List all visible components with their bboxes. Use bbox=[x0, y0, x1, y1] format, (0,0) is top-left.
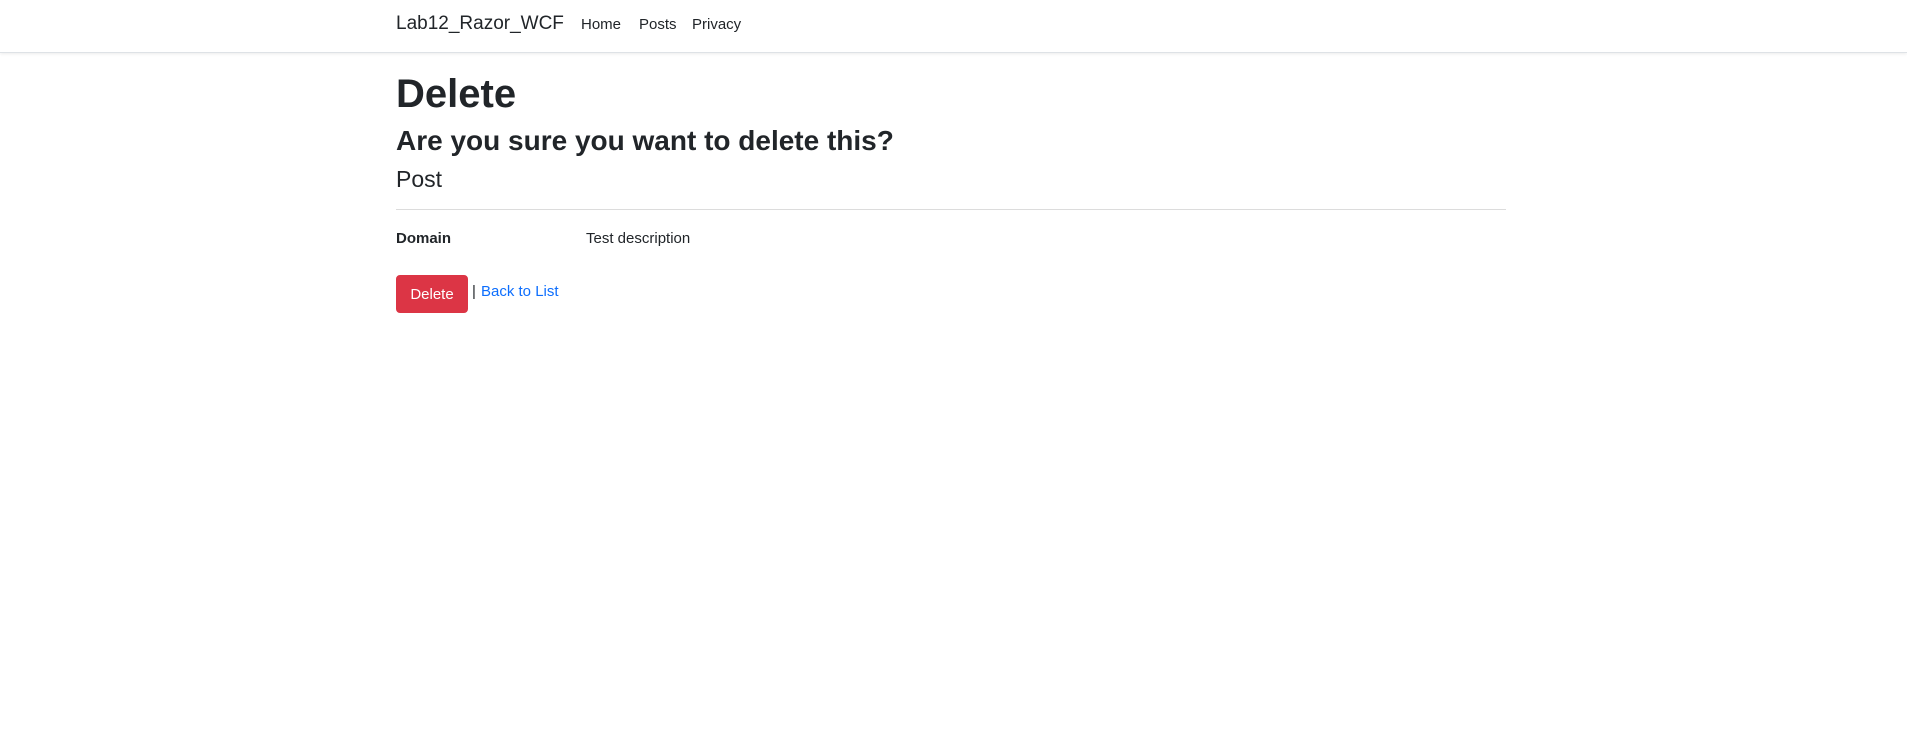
separator: | bbox=[472, 283, 476, 300]
nav-link-home[interactable]: Home bbox=[581, 16, 621, 33]
top-navbar: Lab12_Razor_WCF Home Posts Privacy bbox=[0, 0, 1907, 53]
field-value-domain: Test description bbox=[586, 230, 691, 247]
entity-heading: Post bbox=[396, 166, 443, 192]
confirm-heading: Are you sure you want to delete this? bbox=[396, 125, 894, 156]
nav-link-privacy[interactable]: Privacy bbox=[692, 16, 741, 33]
page-title: Delete bbox=[396, 72, 517, 116]
nav-link-posts[interactable]: Posts bbox=[639, 16, 677, 33]
field-label-domain: Domain bbox=[396, 230, 452, 247]
delete-button[interactable]: Delete bbox=[396, 275, 468, 313]
navbar-brand[interactable]: Lab12_Razor_WCF bbox=[396, 13, 564, 35]
divider bbox=[396, 209, 1506, 210]
back-to-list-link[interactable]: Back to List bbox=[481, 283, 559, 300]
